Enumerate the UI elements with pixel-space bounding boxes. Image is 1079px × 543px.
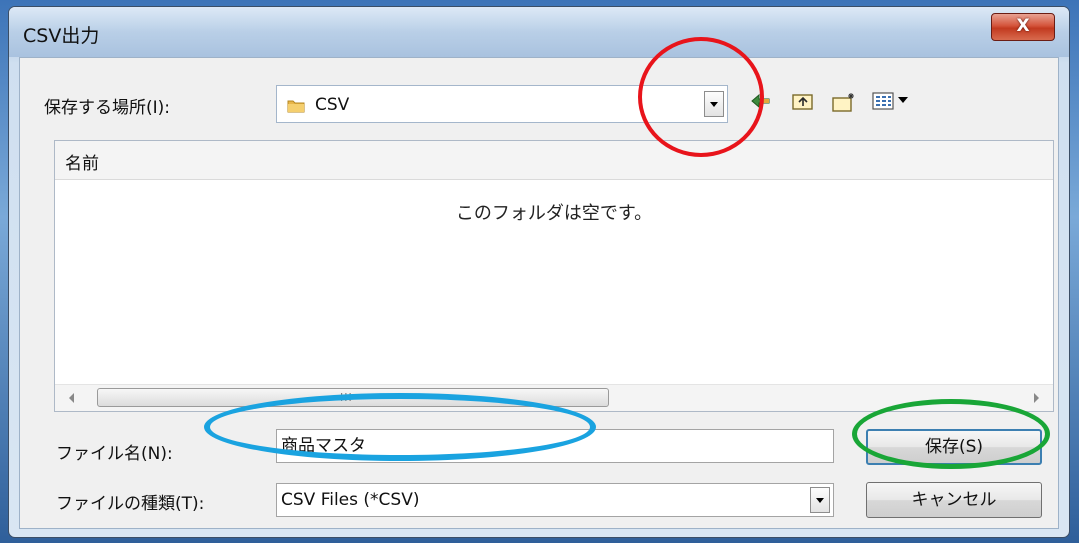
save-dialog: CSV出力 X 保存する場所(I): CSV 名前 このフォルダは空です。 II…: [8, 6, 1070, 538]
scroll-right-icon[interactable]: [1034, 393, 1039, 403]
filename-input[interactable]: 商品マスタ: [276, 429, 834, 463]
folder-icon: [287, 100, 305, 113]
window-title: CSV出力: [23, 25, 100, 47]
dialog-body: 保存する場所(I): CSV 名前 このフォルダは空です。 III ファイル名(…: [19, 57, 1059, 529]
chevron-down-icon[interactable]: [704, 91, 724, 117]
new-folder-icon[interactable]: [832, 91, 858, 113]
column-header-label: 名前: [65, 154, 99, 174]
column-header-name[interactable]: 名前: [55, 141, 1053, 180]
back-icon[interactable]: [750, 91, 772, 111]
filetype-label: ファイルの種類(T):: [56, 494, 205, 514]
close-button[interactable]: X: [991, 13, 1055, 41]
up-folder-icon[interactable]: [792, 91, 814, 111]
lookin-value: CSV: [315, 95, 350, 115]
file-list[interactable]: 名前 このフォルダは空です。 III: [54, 140, 1054, 412]
save-button[interactable]: 保存(S): [866, 429, 1042, 465]
lookin-label: 保存する場所(I):: [44, 98, 171, 118]
view-menu-icon[interactable]: [872, 91, 912, 111]
scroll-thumb[interactable]: III: [97, 388, 609, 407]
filetype-dropdown[interactable]: CSV Files (*CSV): [276, 483, 834, 517]
empty-folder-message: このフォルダは空です。: [455, 203, 653, 224]
horizontal-scrollbar[interactable]: III: [55, 384, 1053, 411]
filename-label: ファイル名(N):: [56, 444, 173, 464]
cancel-button[interactable]: キャンセル: [866, 482, 1042, 518]
scroll-grip: III: [340, 391, 353, 404]
filetype-value: CSV Files (*CSV): [281, 490, 420, 510]
title-bar[interactable]: CSV出力 X: [9, 7, 1069, 57]
lookin-dropdown[interactable]: CSV: [276, 85, 728, 123]
chevron-down-icon[interactable]: [810, 487, 830, 513]
scroll-left-icon[interactable]: [69, 393, 74, 403]
